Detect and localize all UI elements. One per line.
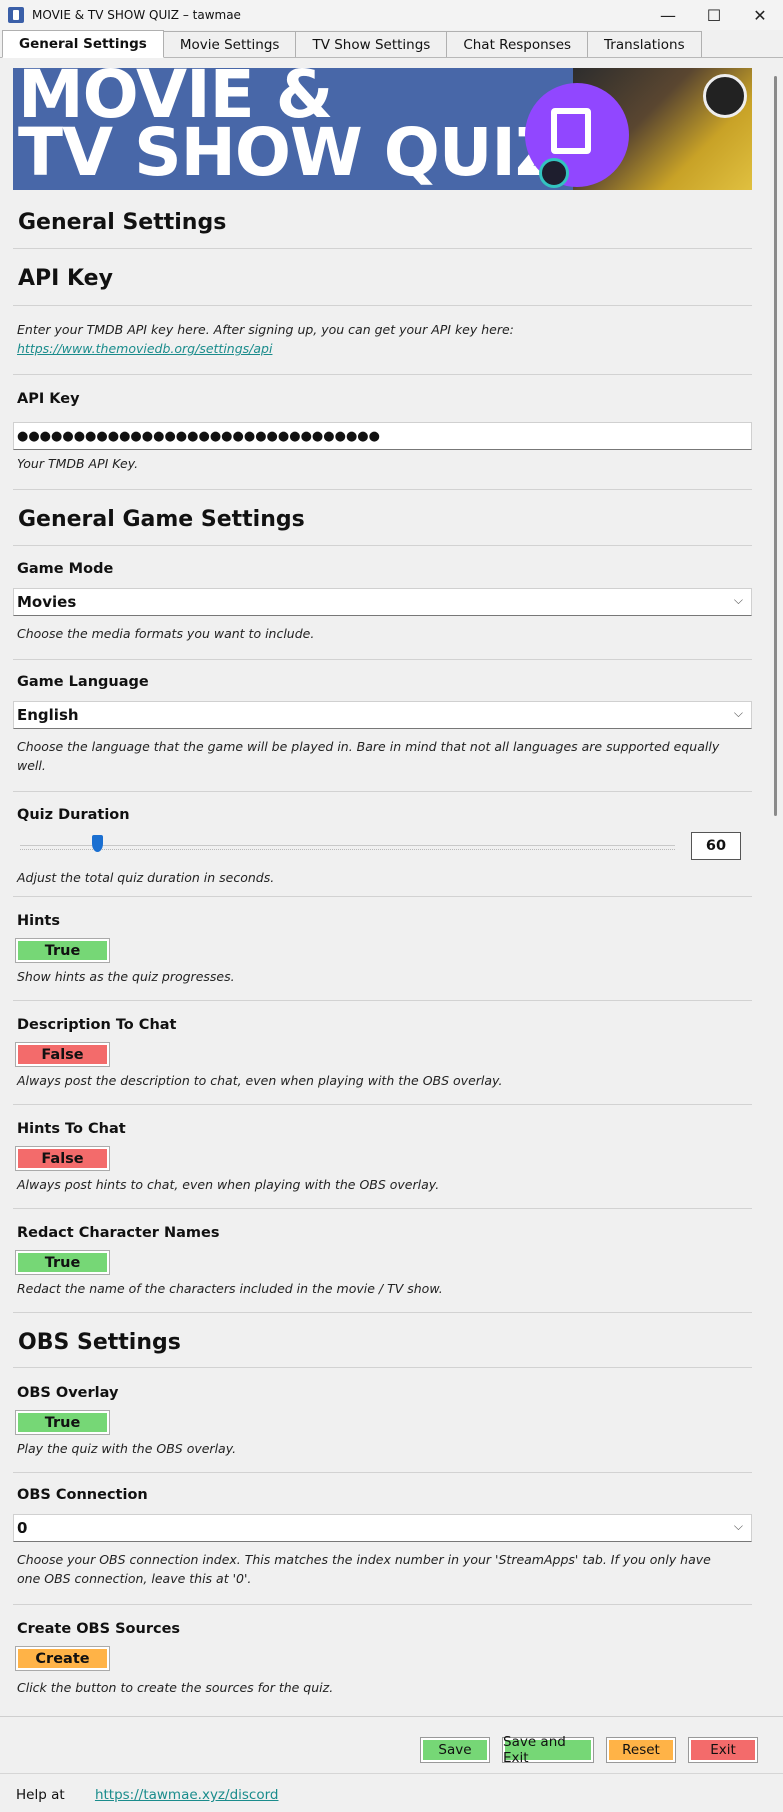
obs-overlay-help: Play the quiz with the OBS overlay. (17, 1441, 237, 1456)
redact-names-toggle[interactable]: True (15, 1250, 110, 1275)
chevron-down-icon: ⌵ (733, 1519, 743, 1533)
obs-logo-icon (703, 74, 747, 118)
create-sources-label: Create OBS Sources (17, 1621, 181, 1637)
help-line: Help at https://tawmae.xyz/discord (16, 1787, 279, 1803)
banner-title: MOVIE & TV SHOW QUIZ (18, 68, 563, 190)
game-section-heading: General Game Settings (18, 507, 305, 532)
banner-title-line2: TV SHOW QUIZ (18, 114, 563, 190)
page-title: General Settings (18, 210, 227, 235)
description-to-chat-help: Always post the description to chat, eve… (17, 1073, 503, 1088)
quiz-duration-label: Quiz Duration (17, 807, 130, 823)
window-title: MOVIE & TV SHOW QUIZ – tawmae (32, 8, 241, 22)
reset-button[interactable]: Reset (606, 1737, 676, 1763)
api-intro-text: Enter your TMDB API key here. After sign… (13, 320, 752, 358)
game-language-dropdown[interactable]: English ⌵ (13, 701, 752, 729)
create-sources-button[interactable]: Create (15, 1646, 110, 1671)
chevron-down-icon: ⌵ (733, 706, 743, 720)
description-to-chat-toggle[interactable]: False (15, 1042, 110, 1067)
hints-to-chat-toggle[interactable]: False (15, 1146, 110, 1171)
divider (13, 248, 752, 249)
create-sources-help: Click the button to create the sources f… (17, 1680, 334, 1695)
minimize-button[interactable]: — (645, 0, 691, 30)
save-and-exit-button[interactable]: Save and Exit (502, 1734, 594, 1766)
divider (13, 489, 752, 490)
game-language-value: English (17, 706, 79, 724)
api-intro: Enter your TMDB API key here. After sign… (17, 322, 514, 337)
divider (13, 791, 752, 792)
game-mode-help: Choose the media formats you want to inc… (17, 626, 315, 641)
divider (13, 305, 752, 306)
hints-to-chat-help: Always post hints to chat, even when pla… (17, 1177, 440, 1192)
divider (13, 1367, 752, 1368)
obs-overlay-label: OBS Overlay (17, 1385, 119, 1401)
divider (0, 1773, 783, 1774)
divider (13, 1472, 752, 1473)
slider-ticks (20, 849, 675, 852)
obs-connection-value: 0 (17, 1519, 28, 1537)
api-key-label: API Key (17, 391, 80, 407)
divider (13, 1312, 752, 1313)
divider (13, 1000, 752, 1001)
hints-label: Hints (17, 913, 60, 929)
tab-translations[interactable]: Translations (587, 31, 702, 57)
divider (13, 896, 752, 897)
divider (13, 1208, 752, 1209)
scrollbar-thumb[interactable] (774, 76, 777, 816)
obs-connection-help: Choose your OBS connection index. This m… (17, 1552, 711, 1586)
description-to-chat-label: Description To Chat (17, 1017, 177, 1033)
streamerbot-logo-icon (539, 158, 569, 188)
quiz-duration-help: Adjust the total quiz duration in second… (17, 870, 275, 885)
banner-image: MOVIE & TV SHOW QUIZ (13, 68, 752, 190)
game-mode-value: Movies (17, 593, 77, 611)
tab-general-settings[interactable]: General Settings (2, 30, 164, 58)
game-language-label: Game Language (17, 674, 149, 690)
divider (13, 545, 752, 546)
close-button[interactable]: ✕ (737, 0, 783, 30)
obs-connection-label: OBS Connection (17, 1487, 148, 1503)
obs-overlay-toggle[interactable]: True (15, 1410, 110, 1435)
obs-section-heading: OBS Settings (18, 1330, 181, 1355)
title-bar: MOVIE & TV SHOW QUIZ – tawmae — ☐ ✕ (0, 0, 783, 30)
divider (13, 374, 752, 375)
redact-names-help: Redact the name of the characters includ… (17, 1281, 443, 1296)
tab-tv-show-settings[interactable]: TV Show Settings (295, 31, 448, 57)
tab-bar: General Settings Movie Settings TV Show … (0, 30, 783, 58)
slider-thumb[interactable] (92, 835, 103, 852)
discord-link[interactable]: https://tawmae.xyz/discord (95, 1787, 279, 1803)
hints-to-chat-label: Hints To Chat (17, 1121, 126, 1137)
api-section-heading: API Key (18, 266, 113, 291)
save-button[interactable]: Save (420, 1737, 490, 1763)
settings-panel: MOVIE & TV SHOW QUIZ General Settings AP… (0, 58, 783, 1716)
quiz-duration-input[interactable]: 60 (691, 832, 741, 860)
tab-movie-settings[interactable]: Movie Settings (162, 31, 297, 57)
maximize-button[interactable]: ☐ (691, 0, 737, 30)
chevron-down-icon: ⌵ (733, 593, 743, 607)
tab-chat-responses[interactable]: Chat Responses (446, 31, 589, 57)
game-mode-dropdown[interactable]: Movies ⌵ (13, 588, 752, 616)
divider (13, 659, 752, 660)
footer-bar: Save Save and Exit Reset Exit Help at ht… (0, 1716, 783, 1812)
hints-toggle[interactable]: True (15, 938, 110, 963)
redact-names-label: Redact Character Names (17, 1225, 220, 1241)
quiz-duration-slider[interactable] (20, 835, 675, 852)
help-prefix: Help at (16, 1787, 65, 1803)
divider (13, 1104, 752, 1105)
api-key-help: Your TMDB API Key. (17, 456, 139, 471)
hints-help: Show hints as the quiz progresses. (17, 969, 235, 984)
glass-icon (551, 108, 591, 154)
scrollbar[interactable] (769, 68, 783, 1716)
obs-connection-dropdown[interactable]: 0 ⌵ (13, 1514, 752, 1542)
exit-button[interactable]: Exit (688, 1737, 758, 1763)
game-language-help: Choose the language that the game will b… (17, 739, 720, 773)
slider-track (20, 845, 675, 846)
app-icon (8, 7, 24, 23)
api-key-input[interactable]: ●●●●●●●●●●●●●●●●●●●●●●●●●●●●●●●● (13, 422, 752, 450)
game-mode-label: Game Mode (17, 561, 114, 577)
divider (13, 1604, 752, 1605)
tmdb-api-link[interactable]: https://www.themoviedb.org/settings/api (17, 339, 752, 358)
